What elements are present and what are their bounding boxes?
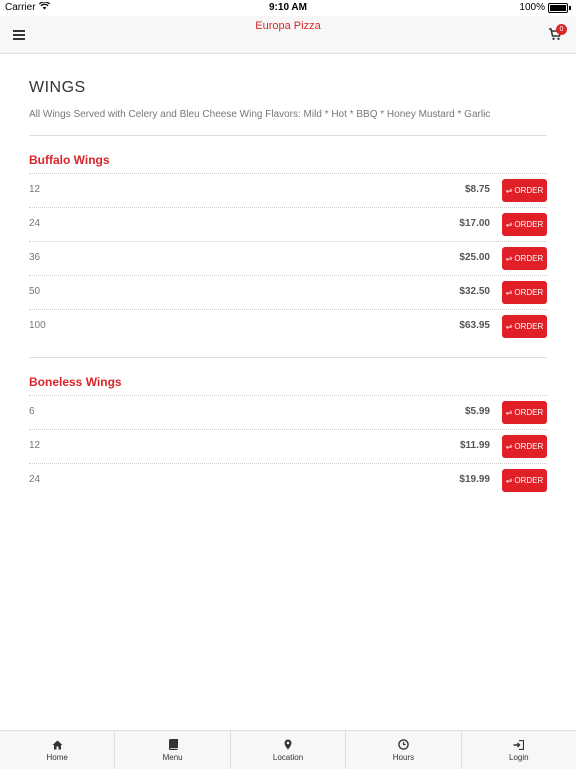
status-time: 9:10 AM: [269, 2, 307, 13]
order-label: ORDER: [514, 288, 544, 297]
item-price: $11.99: [459, 440, 490, 451]
section-description: All Wings Served with Celery and Bleu Ch…: [29, 109, 491, 120]
order-label: ORDER: [514, 220, 544, 229]
item-price: $8.75: [464, 184, 490, 195]
page-title: Europa Pizza: [255, 20, 321, 32]
tab-location[interactable]: Location: [231, 731, 347, 769]
order-icon: ⇌: [505, 288, 513, 297]
group-divider: [29, 357, 547, 358]
item-quantity: 36: [29, 252, 41, 263]
cart-button[interactable]: 0: [548, 24, 567, 43]
tab-home[interactable]: Home: [0, 731, 116, 769]
order-button[interactable]: ⇌ ORDER: [502, 401, 547, 424]
tab-hours[interactable]: Hours: [346, 731, 462, 769]
order-icon: ⇌: [505, 408, 513, 417]
order-button[interactable]: ⇌ ORDER: [502, 281, 547, 304]
menu-row: 6 $5.99 ⇌ ORDER: [29, 395, 547, 429]
item-quantity: 100: [29, 320, 46, 331]
item-price: $63.95: [459, 320, 490, 331]
clock-icon: [398, 738, 409, 751]
order-label: ORDER: [514, 322, 544, 331]
item-quantity: 6: [29, 406, 35, 417]
tab-label: Location: [272, 753, 304, 762]
order-label: ORDER: [514, 442, 544, 451]
menu-row: 12 $8.75 ⇌ ORDER: [29, 173, 547, 207]
book-icon: [168, 738, 178, 751]
order-icon: ⇌: [505, 254, 513, 263]
item-quantity: 50: [29, 286, 41, 297]
item-price: $19.99: [459, 474, 490, 485]
order-button[interactable]: ⇌ ORDER: [502, 179, 547, 202]
menu-row: 36 $25.00 ⇌ ORDER: [29, 241, 547, 275]
tab-label: Hours: [392, 753, 415, 762]
section-divider: [29, 135, 547, 136]
cart-badge: 0: [556, 24, 567, 35]
item-quantity: 24: [29, 218, 41, 229]
item-quantity: 12: [29, 184, 41, 195]
login-icon: [513, 738, 525, 751]
item-price: $32.50: [459, 286, 490, 297]
tab-menu[interactable]: Menu: [115, 731, 231, 769]
order-icon: ⇌: [505, 476, 513, 485]
tab-login[interactable]: Login: [462, 731, 576, 769]
item-quantity: 12: [29, 440, 41, 451]
section-title: WINGS: [29, 79, 86, 96]
item-price: $5.99: [464, 406, 490, 417]
group-buffalo-wings: Buffalo Wings 12 $8.75 ⇌ ORDER 24 $17.00 …: [29, 153, 547, 343]
nav-bar: Europa Pizza 0: [0, 16, 576, 54]
tab-label: Menu: [162, 753, 183, 762]
menu-row: 12 $11.99 ⇌ ORDER: [29, 429, 547, 463]
menu-row: 50 $32.50 ⇌ ORDER: [29, 275, 547, 309]
order-icon: ⇌: [505, 186, 513, 195]
order-button[interactable]: ⇌ ORDER: [502, 435, 547, 458]
battery-label: 100%: [519, 2, 545, 13]
item-price: $17.00: [459, 218, 490, 229]
menu-row: 24 $17.00 ⇌ ORDER: [29, 207, 547, 241]
order-label: ORDER: [514, 254, 544, 263]
order-label: ORDER: [514, 408, 544, 417]
order-button[interactable]: ⇌ ORDER: [502, 247, 547, 270]
order-label: ORDER: [514, 186, 544, 195]
map-pin-icon: [284, 738, 292, 751]
menu-row: 100 $63.95 ⇌ ORDER: [29, 309, 547, 343]
order-button[interactable]: ⇌ ORDER: [502, 315, 547, 338]
battery-tip: [569, 5, 571, 10]
order-label: ORDER: [514, 476, 544, 485]
order-button[interactable]: ⇌ ORDER: [502, 213, 547, 236]
battery-info: 100%: [519, 2, 571, 13]
status-bar: Carrier 9:10 AM 100%: [0, 0, 576, 16]
order-icon: ⇌: [505, 220, 513, 229]
battery-icon: [548, 2, 568, 13]
order-icon: ⇌: [505, 442, 513, 451]
home-icon: [52, 738, 63, 751]
item-price: $25.00: [459, 252, 490, 263]
order-button[interactable]: ⇌ ORDER: [502, 469, 547, 492]
menu-row: 24 $19.99 ⇌ ORDER: [29, 463, 547, 497]
group-boneless-wings: Boneless Wings 6 $5.99 ⇌ ORDER 12 $11.99 …: [29, 375, 547, 497]
tab-label: Login: [509, 753, 529, 762]
order-icon: ⇌: [505, 322, 513, 331]
menu-content: WINGS All Wings Served with Celery and B…: [29, 54, 547, 497]
group-title: Buffalo Wings: [29, 153, 110, 167]
tab-label: Home: [46, 753, 68, 762]
group-title: Boneless Wings: [29, 375, 122, 389]
tab-bar: Home Menu Location Hours Login: [0, 730, 576, 769]
item-quantity: 24: [29, 474, 41, 485]
